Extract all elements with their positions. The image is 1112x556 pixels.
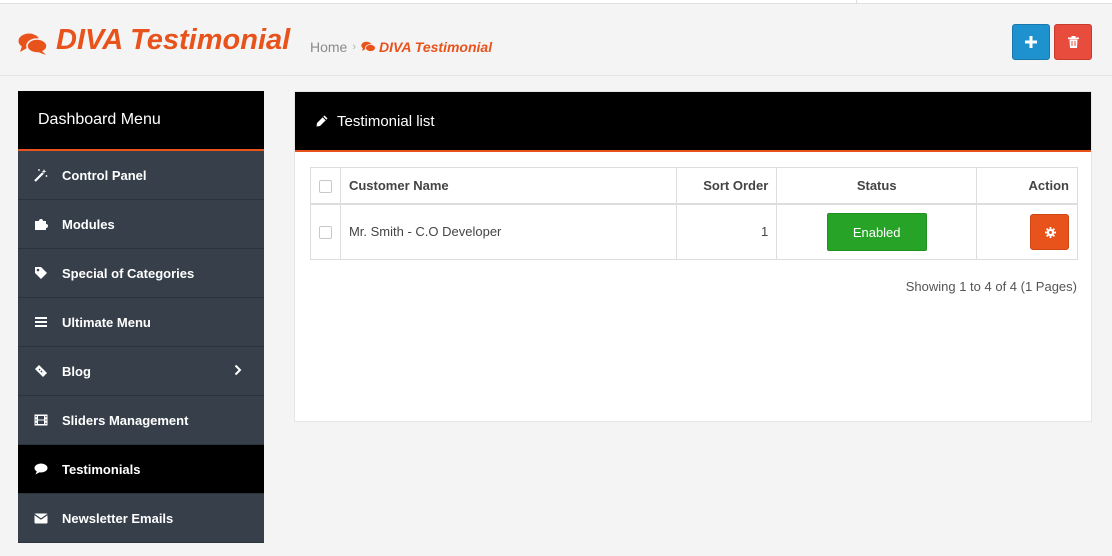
table-header-row: Customer Name Sort Order Status Action xyxy=(310,167,1078,205)
page-header: DIVA Testimonial Home › DIVA Testimonial xyxy=(0,4,1112,76)
testimonial-table: Customer Name Sort Order Status Action M… xyxy=(310,167,1078,260)
sidebar-item-label: Special of Categories xyxy=(62,265,195,281)
column-header-action: Action xyxy=(976,167,1078,205)
sidebar-item-newsletter-emails[interactable]: Newsletter Emails xyxy=(18,494,264,543)
plus-icon xyxy=(1025,36,1037,48)
select-all-checkbox[interactable] xyxy=(318,179,332,193)
select-all-cell xyxy=(310,167,341,205)
sidebar-item-modules[interactable]: Modules xyxy=(18,200,264,249)
pagination-info: Showing 1 to 4 of 4 (1 Pages) xyxy=(905,279,1077,294)
sidebar-item-label: Ultimate Menu xyxy=(62,314,151,330)
delete-button[interactable] xyxy=(1054,24,1092,60)
magic-wand-icon xyxy=(34,168,48,182)
row-select-cell xyxy=(310,203,341,260)
bars-icon xyxy=(34,315,48,329)
testimonial-list-panel: Testimonial list Customer Name Sort Orde… xyxy=(294,91,1092,422)
panel-header: Testimonial list xyxy=(295,92,1091,152)
comments-icon xyxy=(361,41,376,52)
customer-name-cell: Mr. Smith - C.O Developer xyxy=(339,203,678,260)
sort-order-cell: 1 xyxy=(676,203,778,260)
breadcrumb: Home › DIVA Testimonial xyxy=(310,39,492,55)
comments-icon xyxy=(18,33,48,55)
sidebar: Dashboard Menu Control Panel Modules Spe… xyxy=(18,91,264,543)
sidebar-item-testimonials[interactable]: Testimonials xyxy=(18,445,264,494)
action-cell xyxy=(976,203,1078,260)
status-enabled-button[interactable]: Enabled xyxy=(826,212,927,251)
puzzle-icon xyxy=(34,217,48,231)
table-row: Mr. Smith - C.O Developer 1 Enabled xyxy=(310,203,1078,260)
row-checkbox[interactable] xyxy=(318,226,332,240)
status-cell: Enabled xyxy=(776,203,978,260)
sidebar-item-label: Blog xyxy=(62,363,91,379)
sidebar-item-sliders-management[interactable]: Sliders Management xyxy=(18,396,264,445)
column-header-sort-order[interactable]: Sort Order xyxy=(676,167,778,205)
breadcrumb-separator: › xyxy=(352,41,357,53)
trash-icon xyxy=(1067,36,1079,48)
ticket-icon xyxy=(34,364,48,378)
breadcrumb-current-link[interactable]: DIVA Testimonial xyxy=(379,39,492,55)
sidebar-item-label: Newsletter Emails xyxy=(62,510,174,526)
comment-icon xyxy=(34,462,48,476)
breadcrumb-home-link[interactable]: Home xyxy=(310,39,347,55)
pencil-icon xyxy=(316,115,328,127)
sidebar-title: Dashboard Menu xyxy=(18,91,264,151)
column-header-status: Status xyxy=(776,167,978,205)
sidebar-item-label: Control Panel xyxy=(62,167,147,183)
sidebar-item-special-of-categories[interactable]: Special of Categories xyxy=(18,249,264,298)
sidebar-item-label: Modules xyxy=(62,216,115,232)
panel-title: Testimonial list xyxy=(337,112,435,130)
column-header-customer-name[interactable]: Customer Name xyxy=(339,167,678,205)
sidebar-item-label: Testimonials xyxy=(62,461,141,477)
chevron-right-icon xyxy=(234,364,242,376)
sidebar-item-blog[interactable]: Blog xyxy=(18,347,264,396)
sidebar-item-ultimate-menu[interactable]: Ultimate Menu xyxy=(18,298,264,347)
page-title: DIVA Testimonial xyxy=(56,24,291,56)
add-button[interactable] xyxy=(1012,24,1050,60)
sidebar-item-label: Sliders Management xyxy=(62,412,189,428)
gear-icon xyxy=(1045,226,1056,238)
envelope-icon xyxy=(34,511,48,525)
sidebar-item-control-panel[interactable]: Control Panel xyxy=(18,151,264,200)
tag-icon xyxy=(34,266,48,280)
film-icon xyxy=(34,413,48,427)
edit-settings-button[interactable] xyxy=(1030,213,1069,250)
